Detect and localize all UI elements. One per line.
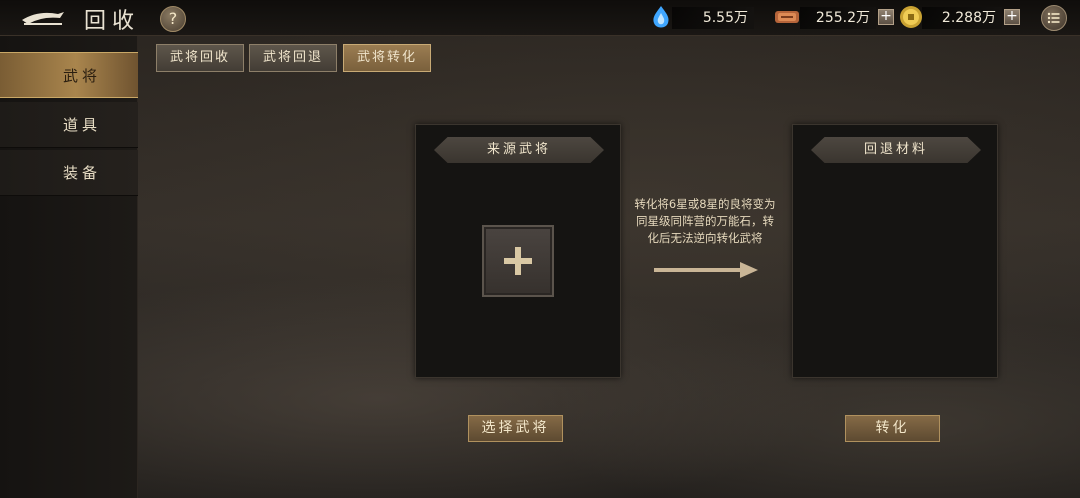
jade-amount: 5.55万	[672, 7, 754, 29]
page-title: 回收	[84, 9, 141, 34]
jade-icon	[653, 6, 669, 28]
help-icon[interactable]: ?	[160, 6, 186, 32]
arrow-right-icon	[654, 262, 758, 278]
gold-plus-button[interactable]: +	[1004, 9, 1020, 25]
copper-icon	[775, 11, 799, 23]
gold-amount: 2.288万	[922, 7, 1002, 29]
result-panel: 回退材料	[792, 124, 998, 378]
tab-general-recycle[interactable]: 武将回收	[156, 44, 244, 72]
convert-description: 转化将6星或8星的良将变为同星级同阵营的万能石，转化后无法逆向转化武将	[634, 197, 776, 245]
menu-button[interactable]	[1041, 5, 1067, 31]
plus-icon	[504, 247, 532, 275]
copper-plus-button[interactable]: +	[878, 9, 894, 25]
select-general-button[interactable]: 选择武将	[468, 415, 563, 442]
back-icon[interactable]	[18, 6, 68, 30]
result-panel-title: 回退材料	[811, 137, 981, 163]
gold-coin-icon	[900, 6, 922, 28]
sidebar: 武将 道具 装备	[0, 36, 138, 498]
tab-general-rollback[interactable]: 武将回退	[249, 44, 337, 72]
sidebar-item-items[interactable]: 道具	[0, 102, 138, 148]
menu-icon	[1047, 12, 1060, 24]
source-panel-title: 来源武将	[434, 137, 604, 163]
sidebar-item-equipment[interactable]: 装备	[0, 150, 138, 196]
add-general-slot[interactable]	[482, 225, 554, 297]
tab-general-convert[interactable]: 武将转化	[343, 44, 431, 72]
sidebar-item-generals[interactable]: 武将	[0, 52, 138, 98]
copper-amount: 255.2万	[800, 7, 876, 29]
convert-button[interactable]: 转化	[845, 415, 940, 442]
top-bar: 回收 ? 5.55万 255.2万 + 2.288万 +	[0, 0, 1080, 36]
